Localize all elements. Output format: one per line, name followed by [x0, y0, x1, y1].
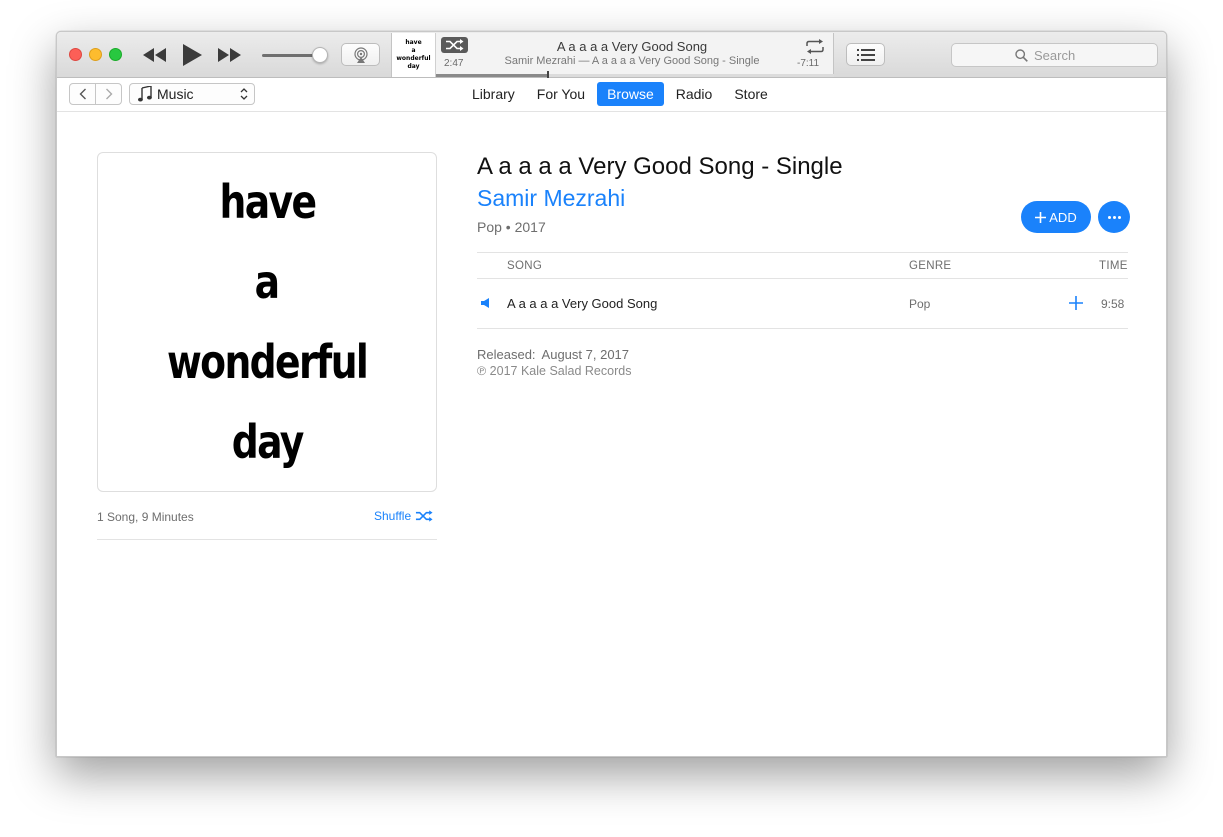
rewind-icon	[143, 48, 166, 62]
track-time: 9:58	[1101, 297, 1125, 311]
tab-library[interactable]: Library	[462, 82, 525, 106]
shuffle-icon	[416, 510, 433, 522]
plus-icon	[1035, 211, 1047, 223]
column-header-genre[interactable]: GENRE	[909, 260, 951, 272]
media-kind-label: Music	[157, 86, 194, 102]
elapsed-time: 2:47	[444, 58, 464, 69]
artwork-text-line: a	[255, 255, 280, 309]
divider	[477, 252, 1128, 253]
artwork-text-line: day	[407, 63, 420, 70]
play-button[interactable]	[178, 41, 206, 69]
shuffle-album-button[interactable]: Shuffle	[374, 509, 433, 523]
genre-year: Pop • 2017	[477, 219, 546, 235]
up-down-chevron-icon	[240, 88, 248, 100]
track-genre: Pop	[909, 297, 931, 311]
airplay-button[interactable]	[341, 43, 380, 66]
shuffle-icon	[446, 39, 464, 51]
tab-browse[interactable]: Browse	[597, 82, 664, 106]
shuffle-toggle[interactable]	[441, 37, 468, 53]
back-button[interactable]	[70, 84, 95, 104]
released-date: August 7, 2017	[541, 347, 630, 362]
album-artwork[interactable]: have a wonderful day	[97, 152, 437, 492]
artwork-text-line: have	[405, 39, 422, 46]
playback-progress-bar[interactable]	[436, 71, 834, 79]
artwork-text-line: wonderful	[396, 55, 431, 62]
artist-link[interactable]: Samir Mezrahi	[477, 185, 625, 212]
list-icon	[856, 48, 875, 61]
play-icon	[183, 44, 202, 66]
search-input[interactable]	[1034, 47, 1094, 63]
search-icon	[1015, 48, 1028, 62]
up-next-button[interactable]	[846, 43, 885, 66]
song-count: 1 Song, 9 Minutes	[97, 510, 194, 524]
column-header-song[interactable]: SONG	[507, 260, 542, 272]
plus-icon	[1069, 296, 1083, 310]
tab-for-you[interactable]: For You	[527, 82, 595, 106]
section-tabs: Library For You Browse Radio Store	[461, 82, 779, 106]
release-info: Released: August 7, 2017	[477, 347, 629, 362]
volume-slider-knob[interactable]	[312, 47, 328, 63]
shuffle-label: Shuffle	[374, 509, 412, 523]
table-row[interactable]: A a a a a Very Good Song Pop 9:58	[477, 279, 1128, 328]
add-track-button[interactable]	[1067, 294, 1085, 312]
more-options-button[interactable]	[1098, 201, 1130, 233]
close-window-button[interactable]	[69, 48, 82, 61]
media-kind-selector[interactable]: Music	[129, 83, 255, 105]
divider	[477, 328, 1128, 329]
next-track-button[interactable]	[216, 44, 244, 66]
now-playing-artwork[interactable]: have a wonderful day	[392, 33, 436, 77]
tab-radio[interactable]: Radio	[666, 82, 723, 106]
ellipsis-icon	[1107, 215, 1121, 219]
player-toolbar: have a wonderful day 2:47 A a a a a Very…	[57, 32, 1166, 79]
forward-button[interactable]	[95, 84, 121, 104]
music-note-icon	[138, 86, 152, 102]
copyright-text: ℗ 2017 Kale Salad Records	[477, 364, 632, 378]
artwork-text-line: have	[219, 175, 317, 229]
chevron-right-icon	[105, 88, 112, 100]
tab-store[interactable]: Store	[724, 82, 777, 106]
minimize-window-button[interactable]	[89, 48, 102, 61]
divider	[97, 539, 437, 540]
artwork-text-line: wonderful	[166, 335, 369, 389]
chevron-left-icon	[79, 88, 86, 100]
remaining-time: -7:11	[797, 58, 820, 69]
zoom-window-button[interactable]	[109, 48, 122, 61]
repeat-icon	[806, 38, 824, 54]
album-title: A a a a a Very Good Song - Single	[477, 153, 843, 180]
add-album-button[interactable]: ADD	[1021, 201, 1091, 233]
repeat-toggle[interactable]	[804, 38, 826, 54]
history-navigation	[69, 83, 122, 105]
navigation-bar: Music Library For You Browse Radio Store	[57, 78, 1166, 112]
now-playing-title: A a a a a Very Good Song	[556, 39, 708, 54]
track-title: A a a a a Very Good Song	[507, 296, 658, 311]
now-playing-display: have a wonderful day 2:47 A a a a a Very…	[391, 33, 834, 79]
playback-progress-fill	[436, 74, 548, 77]
column-header-time[interactable]: TIME	[1099, 260, 1128, 272]
previous-track-button[interactable]	[141, 44, 169, 66]
artwork-text-line: day	[231, 415, 305, 469]
released-label: Released:	[477, 347, 536, 362]
fast-forward-icon	[218, 48, 241, 62]
search-field[interactable]	[951, 43, 1158, 67]
add-label: ADD	[1049, 209, 1077, 225]
now-playing-subtitle: Samir Mezrahi — A a a a a Very Good Song…	[504, 55, 760, 67]
artwork-text-line: a	[411, 47, 416, 54]
airplay-icon	[353, 46, 368, 63]
itunes-window: have a wonderful day 2:47 A a a a a Very…	[56, 31, 1167, 757]
speaker-icon	[481, 298, 489, 308]
